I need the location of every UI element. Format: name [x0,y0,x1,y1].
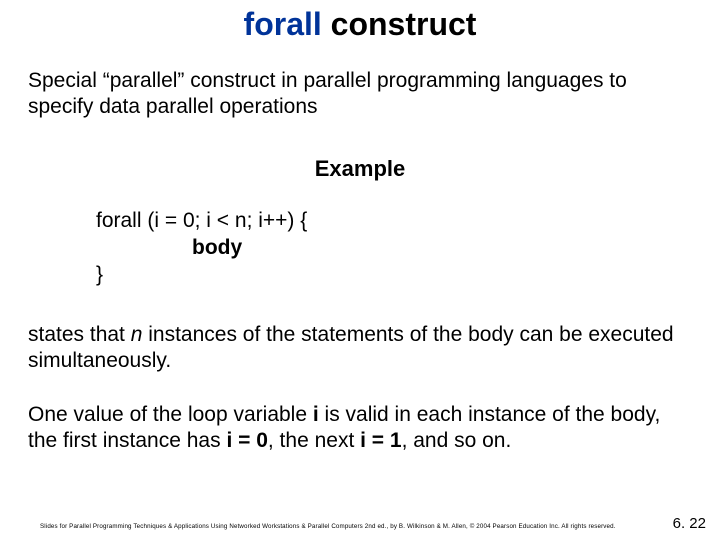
p1-italic-n: n [131,323,143,346]
p2-bold-i0: i = 0 [226,429,267,452]
footer-text: Slides for Parallel Programming Techniqu… [40,523,630,530]
p2-text-1: One value of the loop variable [28,403,313,426]
code-line-2: body [192,236,242,259]
page-number: 6. 22 [673,515,706,532]
slide: forall construct Special “parallel” cons… [0,0,720,540]
paragraph-1: states that n instances of the statement… [28,322,692,373]
p2-text-3: , the next [268,429,360,452]
paragraph-2: One value of the loop variable i is vali… [28,402,692,453]
code-line-3: } [96,262,656,289]
example-heading: Example [0,156,720,182]
p2-text-4: , and so on. [402,429,512,452]
p2-bold-i1: i = 1 [360,429,401,452]
p1-text-1: states that [28,323,131,346]
code-line-1: forall (i = 0; i < n; i++) { [96,208,656,235]
title-rest: construct [322,6,477,42]
title-keyword: forall [244,6,322,42]
intro-text: Special “parallel” construct in parallel… [28,68,692,119]
slide-title: forall construct [0,6,720,43]
code-block: forall (i = 0; i < n; i++) { body } [96,208,656,289]
